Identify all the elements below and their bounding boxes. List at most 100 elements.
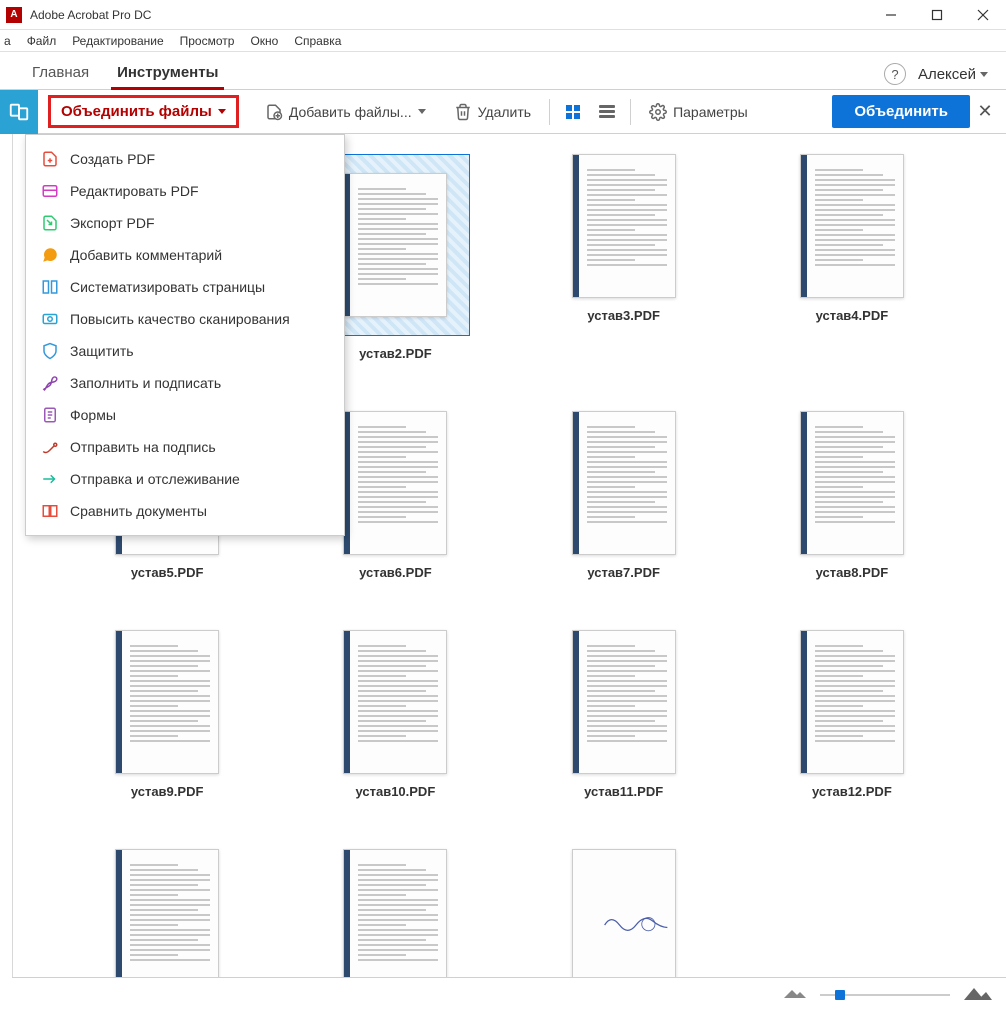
menu-item-file[interactable]: Файл bbox=[27, 34, 57, 48]
bottom-bar bbox=[12, 977, 1006, 1011]
dropdown-item-label: Создать PDF bbox=[70, 151, 155, 167]
tab-home[interactable]: Главная bbox=[18, 56, 103, 89]
file-thumbnail[interactable]: устав11.PDF bbox=[530, 630, 718, 799]
edit-pdf-icon bbox=[40, 181, 60, 201]
options-button[interactable]: Параметры bbox=[641, 99, 756, 125]
dropdown-item-organize[interactable]: Систематизировать страницы bbox=[26, 271, 344, 303]
trash-icon bbox=[454, 103, 472, 121]
separator bbox=[630, 99, 631, 125]
dropdown-item-export-pdf[interactable]: Экспорт PDF bbox=[26, 207, 344, 239]
fill-sign-icon bbox=[40, 373, 60, 393]
chevron-down-icon bbox=[218, 109, 226, 114]
combine-tool-icon[interactable] bbox=[0, 90, 38, 134]
compare-icon bbox=[40, 501, 60, 521]
file-thumbnail[interactable]: устав12.PDF bbox=[758, 630, 946, 799]
separator bbox=[549, 99, 550, 125]
dropdown-item-fill-sign[interactable]: Заполнить и подписать bbox=[26, 367, 344, 399]
dropdown-item-label: Систематизировать страницы bbox=[70, 279, 265, 295]
file-thumbnail[interactable]: устав8.PDF bbox=[758, 411, 946, 580]
dropdown-item-enhance-scan[interactable]: Повысить качество сканирования bbox=[26, 303, 344, 335]
chevron-down-icon bbox=[418, 109, 426, 114]
dropdown-item-label: Отправка и отслеживание bbox=[70, 471, 240, 487]
dropdown-item-create-pdf[interactable]: Создать PDF bbox=[26, 143, 344, 175]
minimize-button[interactable] bbox=[868, 0, 914, 30]
delete-label: Удалить bbox=[478, 104, 531, 120]
dropdown-item-label: Добавить комментарий bbox=[70, 247, 222, 263]
chevron-down-icon bbox=[980, 72, 988, 77]
file-thumbnail[interactable]: устав9.PDF bbox=[73, 630, 261, 799]
dropdown-item-label: Экспорт PDF bbox=[70, 215, 155, 231]
zoom-handle[interactable] bbox=[835, 990, 845, 1000]
content-area: устав1.PDFустав2.PDFустав3.PDFустав4.PDF… bbox=[12, 134, 1006, 977]
file-name-label: устав12.PDF bbox=[812, 784, 892, 799]
view-grid-button[interactable] bbox=[560, 101, 586, 123]
dropdown-item-edit-pdf[interactable]: Редактировать PDF bbox=[26, 175, 344, 207]
maximize-button[interactable] bbox=[914, 0, 960, 30]
file-name-label: устав4.PDF bbox=[816, 308, 889, 323]
create-pdf-icon bbox=[40, 149, 60, 169]
file-thumbnail[interactable] bbox=[73, 849, 261, 977]
help-icon[interactable]: ? bbox=[884, 63, 906, 85]
dropdown-item-label: Заполнить и подписать bbox=[70, 375, 221, 391]
file-name-label: устав8.PDF bbox=[816, 565, 889, 580]
dropdown-item-forms[interactable]: Формы bbox=[26, 399, 344, 431]
title-bar: A Adobe Acrobat Pro DC bbox=[0, 0, 1006, 30]
options-label: Параметры bbox=[673, 104, 748, 120]
tab-tools[interactable]: Инструменты bbox=[103, 56, 232, 89]
protect-icon bbox=[40, 341, 60, 361]
dropdown-item-compare[interactable]: Сравнить документы bbox=[26, 495, 344, 527]
dropdown-item-label: Формы bbox=[70, 407, 116, 423]
delete-button[interactable]: Удалить bbox=[446, 99, 539, 125]
organize-icon bbox=[40, 277, 60, 297]
dropdown-item-send-sign[interactable]: Отправить на подпись bbox=[26, 431, 344, 463]
menu-bar: а Файл Редактирование Просмотр Окно Спра… bbox=[0, 30, 1006, 52]
add-files-label: Добавить файлы... bbox=[289, 104, 412, 120]
gear-icon bbox=[649, 103, 667, 121]
zoom-out-icon[interactable] bbox=[784, 986, 806, 1003]
file-name-label: устав10.PDF bbox=[355, 784, 435, 799]
send-sign-icon bbox=[40, 437, 60, 457]
add-files-button[interactable]: Добавить файлы... bbox=[257, 99, 434, 125]
dropdown-item-label: Сравнить документы bbox=[70, 503, 207, 519]
window-title: Adobe Acrobat Pro DC bbox=[30, 8, 151, 22]
file-name-label: устав9.PDF bbox=[131, 784, 204, 799]
dropdown-item-comment[interactable]: Добавить комментарий bbox=[26, 239, 344, 271]
file-thumbnail[interactable]: устав10.PDF bbox=[301, 630, 489, 799]
file-thumbnail[interactable]: устав3.PDF bbox=[530, 154, 718, 361]
dropdown-item-label: Редактировать PDF bbox=[70, 183, 199, 199]
file-thumbnail[interactable] bbox=[301, 849, 489, 977]
menu-item-view[interactable]: Просмотр bbox=[180, 34, 235, 48]
enhance-scan-icon bbox=[40, 309, 60, 329]
file-name-label: устав11.PDF bbox=[584, 784, 663, 799]
send-track-icon bbox=[40, 469, 60, 489]
menu-item-window[interactable]: Окно bbox=[250, 34, 278, 48]
close-button[interactable] bbox=[960, 0, 1006, 30]
menu-item[interactable]: а bbox=[4, 34, 11, 48]
app-icon: A bbox=[6, 7, 22, 23]
user-menu[interactable]: Алексей bbox=[918, 66, 988, 83]
user-name: Алексей bbox=[918, 66, 976, 83]
file-thumbnail[interactable] bbox=[530, 849, 718, 977]
window-controls bbox=[868, 0, 1006, 30]
file-name-label: устав7.PDF bbox=[587, 565, 660, 580]
close-panel-button[interactable]: ✕ bbox=[970, 101, 1000, 122]
zoom-slider[interactable] bbox=[820, 994, 950, 996]
combine-files-dropdown[interactable]: Объединить файлы bbox=[48, 95, 239, 128]
menu-item-help[interactable]: Справка bbox=[294, 34, 341, 48]
dropdown-item-send-track[interactable]: Отправка и отслеживание bbox=[26, 463, 344, 495]
dropdown-item-label: Отправить на подпись bbox=[70, 439, 216, 455]
file-name-label: устав3.PDF bbox=[587, 308, 660, 323]
dropdown-item-label: Защитить bbox=[70, 343, 134, 359]
comment-icon bbox=[40, 245, 60, 265]
file-thumbnail[interactable]: устав7.PDF bbox=[530, 411, 718, 580]
forms-icon bbox=[40, 405, 60, 425]
zoom-in-icon[interactable] bbox=[964, 984, 992, 1005]
view-list-button[interactable] bbox=[594, 101, 620, 123]
combine-action-button[interactable]: Объединить bbox=[832, 95, 970, 128]
add-file-icon bbox=[265, 103, 283, 121]
combine-files-label: Объединить файлы bbox=[61, 103, 212, 120]
menu-item-edit[interactable]: Редактирование bbox=[72, 34, 163, 48]
tab-bar: Главная Инструменты ? Алексей bbox=[0, 52, 1006, 90]
dropdown-item-protect[interactable]: Защитить bbox=[26, 335, 344, 367]
file-thumbnail[interactable]: устав4.PDF bbox=[758, 154, 946, 361]
